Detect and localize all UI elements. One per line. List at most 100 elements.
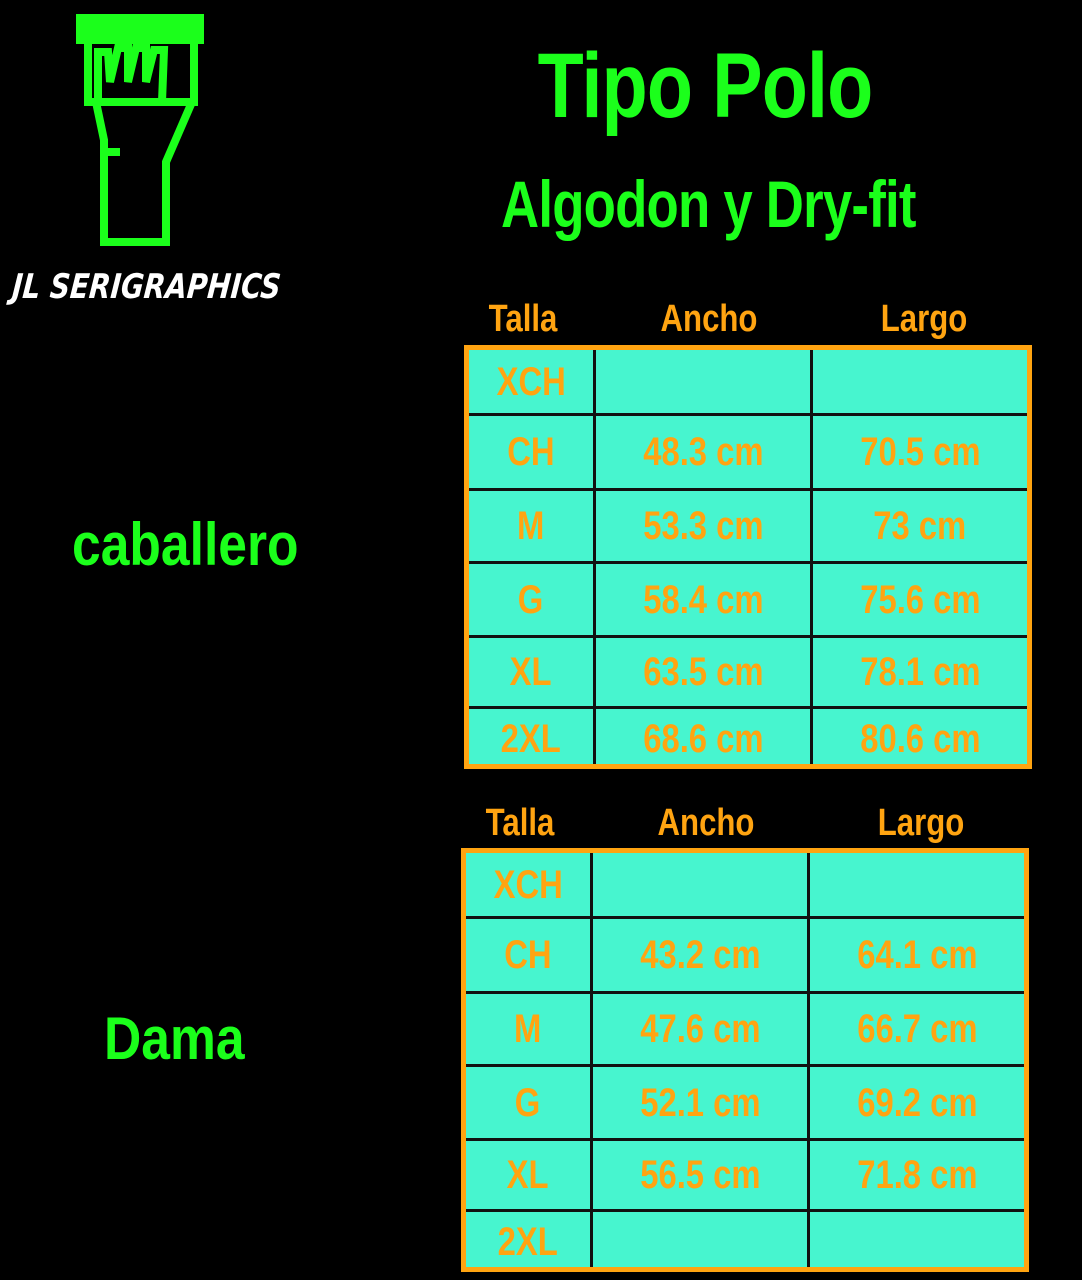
cell-largo: 71.8 cm	[810, 1140, 1024, 1211]
cell-ancho	[596, 350, 810, 415]
cell-ancho-text: 56.5 cm	[639, 1153, 761, 1197]
cell-ancho-text: 48.3 cm	[642, 430, 764, 474]
cell-ancho: 68.6 cm	[596, 708, 810, 764]
cell-largo: 75.6 cm	[813, 563, 1027, 637]
table-row: M 53.3 cm 73 cm	[469, 490, 1027, 563]
cell-ancho: 53.3 cm	[596, 490, 810, 563]
cell-talla: XCH	[466, 853, 590, 918]
row-divider	[466, 1064, 1024, 1067]
row-divider	[466, 916, 1024, 919]
cell-largo-text: 80.6 cm	[859, 716, 981, 761]
cell-largo: 64.1 cm	[810, 918, 1024, 993]
cell-talla: XL	[466, 1140, 590, 1211]
cell-ancho: 52.1 cm	[593, 1066, 807, 1140]
cell-largo	[810, 1211, 1024, 1267]
cell-ancho: 47.6 cm	[593, 993, 807, 1066]
cell-largo	[813, 350, 1027, 415]
brand-logo: JL SERIGRAPHICS	[10, 12, 284, 312]
cell-talla-text: XCH	[496, 360, 566, 404]
header-talla: Talla	[485, 802, 555, 844]
cell-largo: 73 cm	[813, 490, 1027, 563]
cell-ancho-text: 47.6 cm	[639, 1007, 761, 1051]
cell-ancho-text: 52.1 cm	[639, 1080, 761, 1125]
page-title: Tipo Polo	[537, 35, 874, 137]
cell-ancho-text: 53.3 cm	[642, 504, 764, 548]
cell-largo-text: 78.1 cm	[859, 650, 981, 694]
cell-ancho	[593, 853, 807, 918]
cell-largo: 80.6 cm	[813, 708, 1027, 764]
cell-talla-text: CH	[504, 933, 552, 977]
size-table-caballero: XCH CH 48.3 cm 70.5 cm M 53.3 cm 73 cm G 58.4 cm…	[464, 345, 1032, 769]
page-subtitle: Algodon y Dry-fit	[501, 167, 916, 241]
cell-ancho: 58.4 cm	[596, 563, 810, 637]
cell-talla: 2XL	[466, 1211, 590, 1267]
cell-talla-text: G	[518, 577, 544, 622]
cell-largo-text: 69.2 cm	[856, 1080, 978, 1125]
row-divider	[466, 1138, 1024, 1141]
row-divider	[466, 991, 1024, 994]
brand-name: JL SERIGRAPHICS	[10, 267, 283, 307]
cell-talla-text: M	[514, 1007, 542, 1051]
cell-talla: CH	[469, 415, 593, 490]
cell-largo: 70.5 cm	[813, 415, 1027, 490]
cell-talla: XCH	[469, 350, 593, 415]
cell-ancho-text: 58.4 cm	[642, 577, 764, 622]
cell-largo: 78.1 cm	[813, 637, 1027, 708]
table-row: XL 56.5 cm 71.8 cm	[466, 1140, 1024, 1211]
header-largo: Largo	[880, 298, 968, 340]
cell-largo	[810, 853, 1024, 918]
cell-talla: CH	[466, 918, 590, 993]
cell-talla-text: G	[515, 1080, 541, 1125]
cell-ancho: 63.5 cm	[596, 637, 810, 708]
row-divider	[469, 561, 1027, 564]
table-row: CH 48.3 cm 70.5 cm	[469, 415, 1027, 490]
header-largo: Largo	[877, 802, 965, 844]
cell-largo-text: 66.7 cm	[856, 1007, 978, 1051]
table-row: XCH	[466, 853, 1024, 918]
table-row: XL 63.5 cm 78.1 cm	[469, 637, 1027, 708]
hand-squeegee-icon	[76, 14, 204, 246]
cell-ancho-text: 63.5 cm	[642, 650, 764, 694]
cell-talla: 2XL	[469, 708, 593, 764]
row-divider	[469, 706, 1027, 709]
cell-talla-text: 2XL	[500, 716, 562, 761]
column-divider	[810, 350, 813, 764]
cell-ancho: 48.3 cm	[596, 415, 810, 490]
cell-talla-text: XCH	[493, 863, 563, 907]
cell-talla-text: 2XL	[497, 1219, 559, 1264]
cell-talla: M	[469, 490, 593, 563]
cell-largo-text: 64.1 cm	[856, 933, 978, 977]
table-header-dama: Talla Ancho Largo	[461, 802, 1029, 844]
row-divider	[466, 1209, 1024, 1212]
size-table-dama: XCH CH 43.2 cm 64.1 cm M 47.6 cm 66.7 cm G 52.1 …	[461, 848, 1029, 1272]
table-row: G 58.4 cm 75.6 cm	[469, 563, 1027, 637]
cell-ancho-text: 43.2 cm	[639, 933, 761, 977]
table-row: CH 43.2 cm 64.1 cm	[466, 918, 1024, 993]
cell-ancho	[593, 1211, 807, 1267]
cell-talla: G	[466, 1066, 590, 1140]
table-row: G 52.1 cm 69.2 cm	[466, 1066, 1024, 1140]
table-row: 2XL 68.6 cm 80.6 cm	[469, 708, 1027, 764]
cell-talla-text: CH	[507, 430, 555, 474]
cell-largo-text: 75.6 cm	[859, 577, 981, 622]
row-divider	[469, 488, 1027, 491]
cell-ancho: 43.2 cm	[593, 918, 807, 993]
cell-talla-text: XL	[510, 650, 552, 694]
table-header-caballero: Talla Ancho Largo	[464, 298, 1032, 340]
column-divider	[593, 350, 596, 764]
row-divider	[469, 413, 1027, 416]
column-divider	[807, 853, 810, 1267]
section-label-caballero: caballero	[72, 511, 299, 578]
cell-talla-text: XL	[507, 1153, 549, 1197]
cell-talla: G	[469, 563, 593, 637]
header-talla: Talla	[488, 298, 558, 340]
section-label-dama: Dama	[104, 1005, 245, 1072]
cell-largo-text: 73 cm	[873, 504, 967, 548]
table-row: M 47.6 cm 66.7 cm	[466, 993, 1024, 1066]
cell-largo: 66.7 cm	[810, 993, 1024, 1066]
table-row: 2XL	[466, 1211, 1024, 1267]
header-ancho: Ancho	[660, 298, 758, 340]
cell-largo-text: 70.5 cm	[859, 430, 981, 474]
cell-talla: XL	[469, 637, 593, 708]
header-ancho: Ancho	[657, 802, 755, 844]
